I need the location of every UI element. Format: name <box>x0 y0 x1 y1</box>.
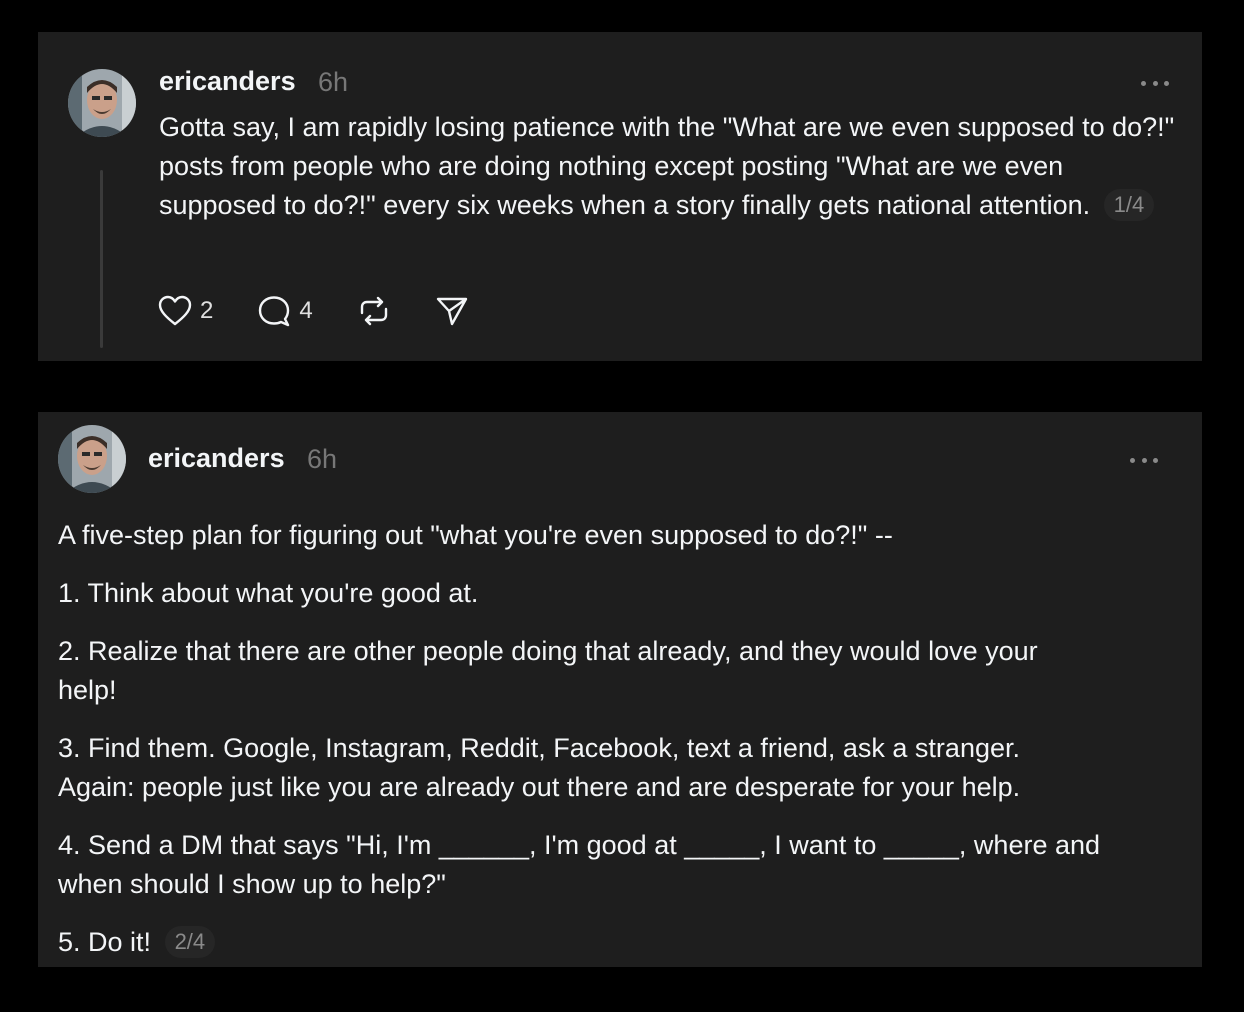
post-text: Gotta say, I am rapidly losing patience … <box>159 108 1179 225</box>
post-paragraph: 4. Send a DM that says "Hi, I'm ______, … <box>58 830 1101 899</box>
post-actions: 2 4 <box>158 295 513 327</box>
post-paragraph: A five-step plan for figuring out "what … <box>58 520 893 550</box>
heart-icon <box>158 295 192 326</box>
post-paragraph: 1. Think about what you're good at. <box>58 578 479 608</box>
more-icon[interactable] <box>1130 456 1158 464</box>
avatar[interactable] <box>58 425 126 493</box>
reply-count: 4 <box>299 297 313 324</box>
thread-line <box>100 170 103 348</box>
thread-post-1: ericanders 6h Gotta say, I am rapidly lo… <box>38 32 1202 361</box>
post-paragraph: 2. Realize that there are other people d… <box>58 636 1038 705</box>
username[interactable]: ericanders <box>148 443 285 474</box>
username[interactable]: ericanders <box>159 66 296 97</box>
reply-button[interactable]: 4 <box>257 295 313 327</box>
thread-pager: 1/4 <box>1103 189 1155 221</box>
post-paragraph: 3. Find them. Google, Instagram, Reddit,… <box>58 733 1021 802</box>
thread-pager: 2/4 <box>164 926 216 958</box>
post-time: 6h <box>318 67 349 97</box>
thread-post-2: ericanders 6h A five-step plan for figur… <box>38 412 1202 967</box>
like-button[interactable]: 2 <box>158 295 213 327</box>
share-button[interactable] <box>435 295 469 327</box>
repost-button[interactable] <box>357 295 391 327</box>
comment-icon <box>259 296 290 327</box>
post-time: 6h <box>307 444 338 474</box>
post-text-content: Gotta say, I am rapidly losing patience … <box>159 112 1175 220</box>
post-paragraph: 5. Do it! <box>58 927 152 957</box>
like-count: 2 <box>200 297 214 324</box>
post-text: A five-step plan for figuring out "what … <box>58 516 1168 981</box>
more-icon[interactable] <box>1141 79 1169 87</box>
post-paragraph-last: 5. Do it! 2/4 <box>58 923 1168 962</box>
avatar[interactable] <box>68 69 136 137</box>
share-icon <box>436 297 467 326</box>
repost-icon <box>360 296 387 326</box>
